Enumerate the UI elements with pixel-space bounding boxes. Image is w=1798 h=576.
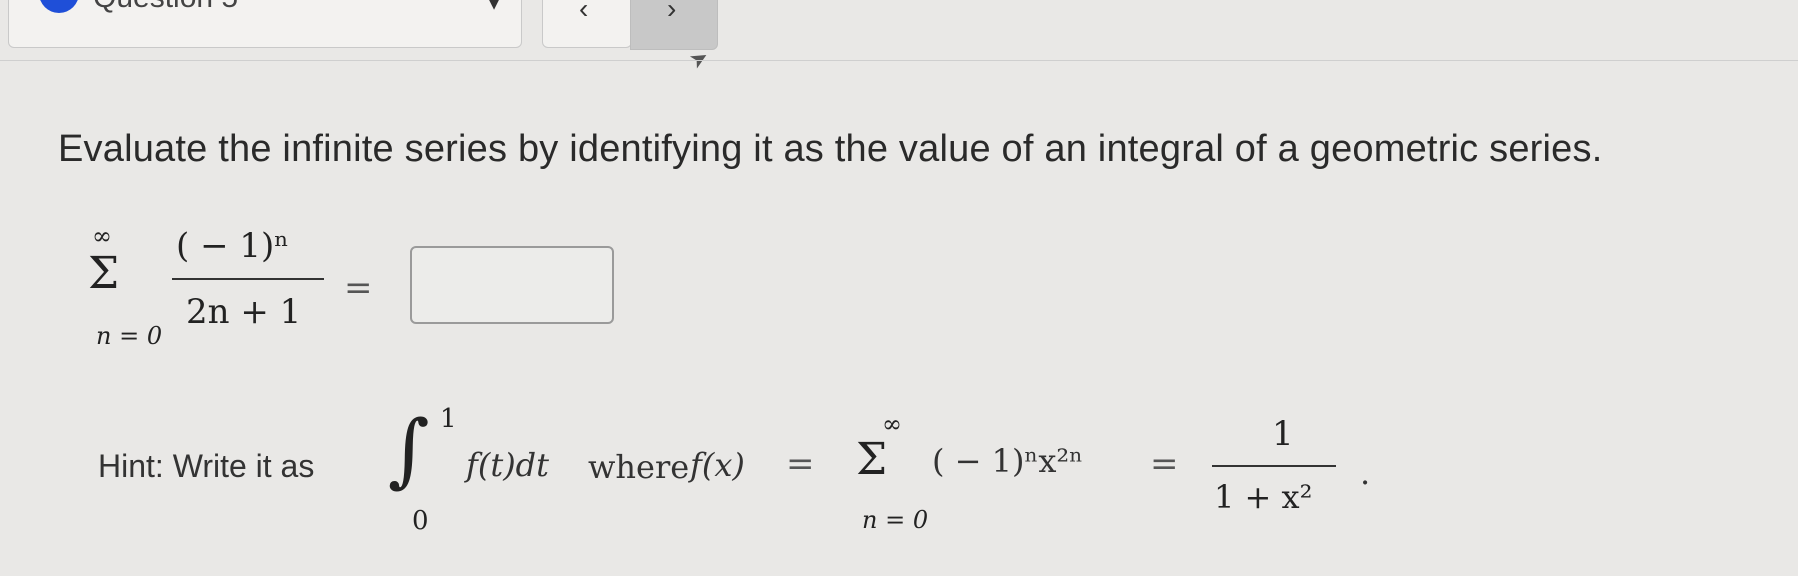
fraction-bar (172, 278, 324, 280)
question-selector[interactable]: Question 5 ▾ (8, 0, 522, 48)
question-navigation-bar: Question 5 ▾ ‹ › ➤ (0, 0, 1798, 74)
hint-label: Hint: Write it as (98, 448, 315, 484)
divider (0, 60, 1798, 61)
integrand: f(t)dt (466, 446, 550, 484)
equals-sign: = (786, 444, 815, 484)
problem-instruction: Evaluate the infinite series by identify… (58, 128, 1603, 170)
next-question-button[interactable]: › (630, 0, 718, 50)
previous-question-button[interactable]: ‹ (542, 0, 632, 48)
equals-sign: = (1150, 444, 1179, 484)
series-numerator: ( − 1)ⁿ (176, 226, 289, 266)
answer-input[interactable] (410, 246, 614, 324)
integral-upper-limit: 1 (440, 404, 457, 434)
question-label: Question 5 (93, 0, 238, 15)
equals-sign: = (344, 268, 373, 308)
series-denominator: 2n + 1 (186, 292, 302, 332)
chevron-down-icon: ▾ (489, 0, 500, 15)
fraction-numerator: 1 (1272, 414, 1294, 454)
hint-where: where (588, 448, 690, 486)
sigma-lower-limit: n = 0 (862, 506, 929, 534)
sigma-upper-limit: ∞ (92, 222, 112, 250)
fraction-bar (1212, 465, 1336, 467)
f-of-x: f(x) (690, 446, 745, 484)
period: . (1360, 454, 1371, 492)
chevron-right-icon: › (667, 0, 677, 24)
status-dot-icon (39, 0, 79, 13)
sigma-lower-limit: n = 0 (96, 322, 163, 350)
sigma-symbol: Σ (88, 248, 120, 299)
chevron-left-icon: ‹ (579, 0, 589, 24)
fraction-denominator: 1 + x² (1214, 478, 1313, 516)
integral-lower-limit: 0 (412, 506, 429, 536)
integral-symbol: ∫ (388, 403, 430, 496)
series-term: ( − 1)ⁿx²ⁿ (932, 442, 1084, 480)
sigma-symbol: Σ (856, 434, 888, 485)
